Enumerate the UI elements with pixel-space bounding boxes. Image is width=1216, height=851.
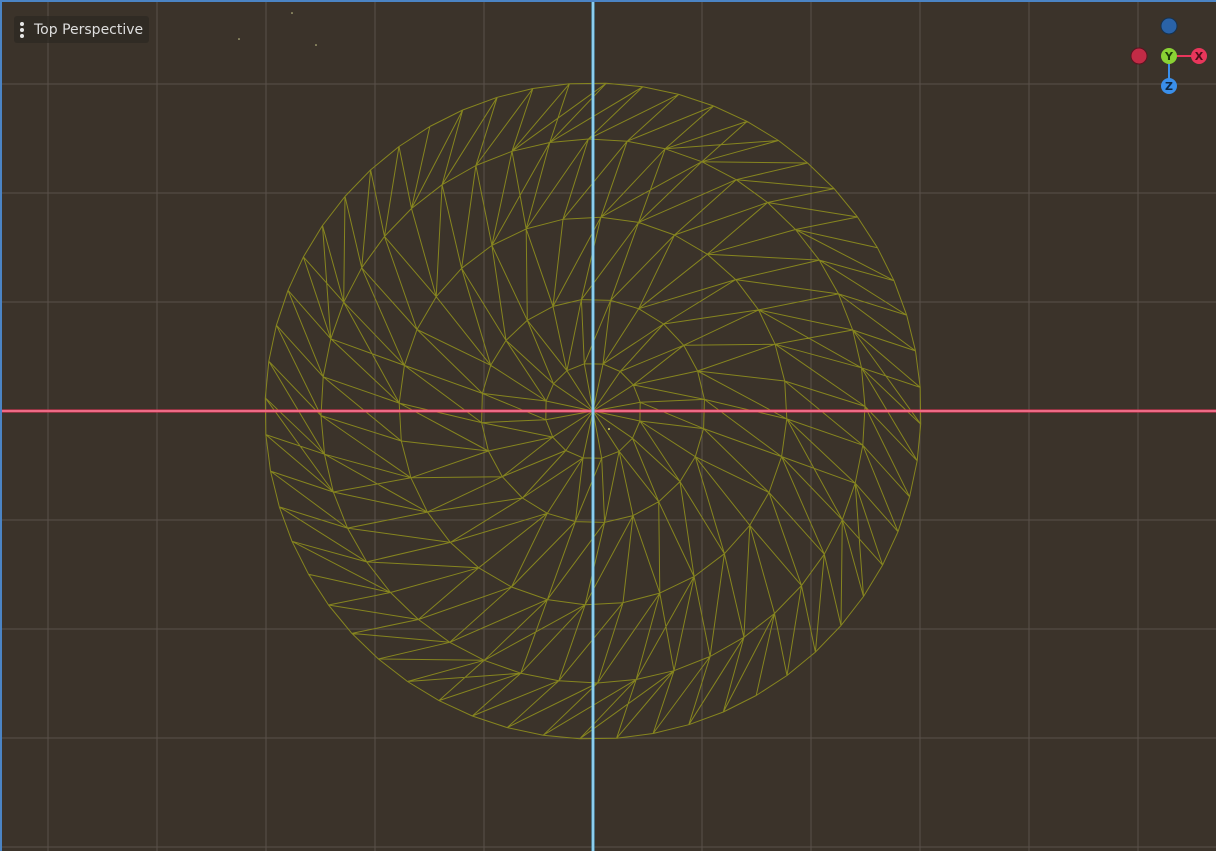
orientation-gizmo[interactable]: X Y Z bbox=[1118, 8, 1216, 108]
gizmo-y-label: Y bbox=[1164, 50, 1174, 63]
scene-canvas[interactable] bbox=[2, 2, 1216, 851]
gizmo-x-label: X bbox=[1195, 50, 1204, 63]
gizmo-neg-y-handle[interactable] bbox=[1160, 17, 1178, 35]
view-menu-button[interactable]: Top Perspective bbox=[14, 16, 150, 43]
gizmo-neg-x-handle[interactable] bbox=[1130, 47, 1148, 65]
kebab-menu-icon bbox=[18, 21, 26, 38]
view-label: Top Perspective bbox=[34, 21, 144, 38]
gizmo-z-label: Z bbox=[1165, 80, 1173, 93]
3d-viewport[interactable]: Top Perspective X Y Z bbox=[0, 0, 1216, 851]
